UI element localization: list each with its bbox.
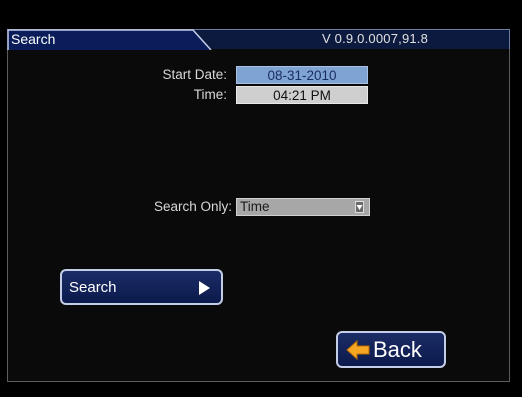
dropdown-arrow-icon[interactable] (355, 201, 364, 213)
search-button[interactable]: Search (60, 269, 223, 305)
version-text: V 0.9.0.0007,91.8 (322, 31, 429, 46)
tab-title: Search (11, 31, 56, 47)
time-label: Time: (193, 87, 227, 102)
search-button-label: Search (69, 279, 117, 296)
search-only-value: Time (240, 199, 270, 214)
dropdown-arrow-glyph (356, 205, 363, 210)
search-only-label: Search Only: (153, 199, 232, 214)
time-field[interactable]: 04:21 PM (236, 86, 368, 104)
back-button[interactable]: Back (336, 331, 446, 368)
tab-search[interactable]: Search (7, 29, 212, 50)
play-arrow-icon (199, 281, 210, 295)
start-date-label: Start Date: (162, 67, 227, 82)
back-arrow-icon (346, 340, 370, 360)
search-only-select[interactable]: Time (236, 198, 370, 216)
start-date-field[interactable]: 08-31-2010 (236, 66, 368, 84)
back-button-label: Back (373, 337, 422, 362)
search-screen: Search V 0.9.0.0007,91.8 Start Date: 08-… (0, 0, 522, 397)
